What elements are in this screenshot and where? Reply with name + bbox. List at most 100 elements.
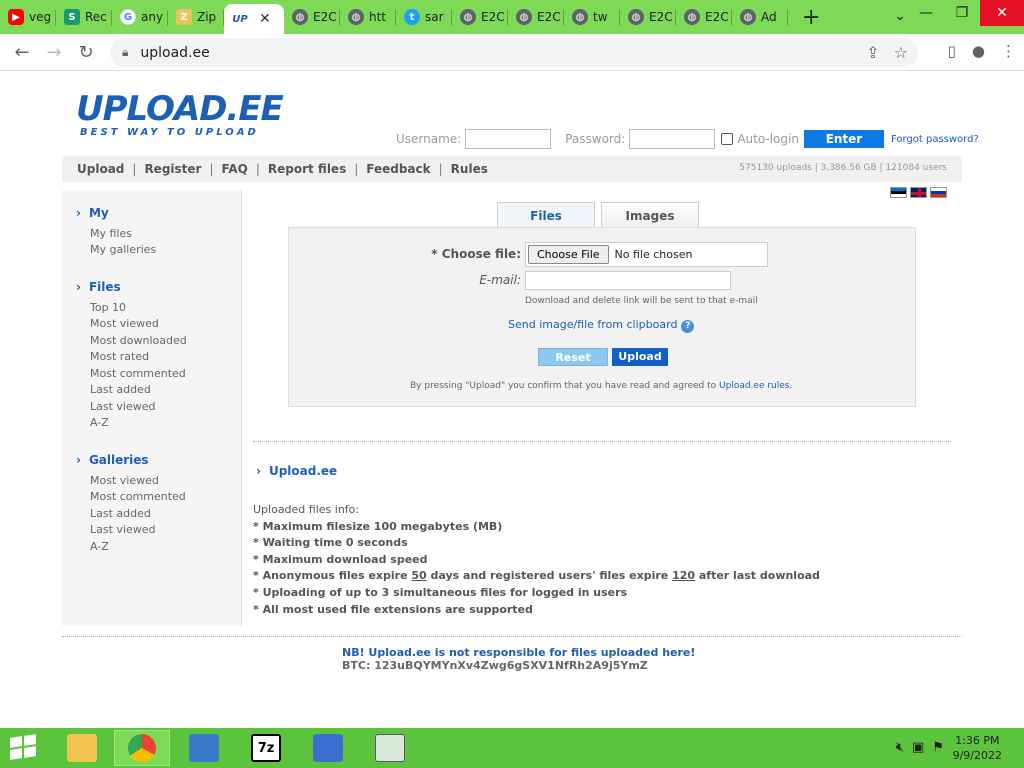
file-input[interactable]: Choose File No file chosen	[525, 242, 768, 267]
info-line-expiry: * Anonymous files expire 50 days and reg…	[253, 568, 820, 585]
minimize-icon[interactable]: —	[908, 0, 944, 26]
menu-faq[interactable]: FAQ	[222, 162, 248, 176]
taskbar-file-explorer[interactable]	[54, 730, 110, 766]
tab-upload-ee[interactable]: UP ✕	[224, 4, 284, 34]
back-icon[interactable]: ←	[6, 42, 38, 63]
tab-e2c[interactable]: ◍ E2C	[508, 0, 564, 34]
agreement-text: By pressing "Upload" you confirm that yo…	[410, 381, 792, 391]
email-label: E-mail:	[479, 273, 521, 287]
restore-icon[interactable]: ❐	[944, 0, 980, 26]
menu-separator: |	[255, 162, 260, 176]
close-window-icon[interactable]: ✕	[980, 0, 1024, 26]
sidebar-item-gallery-most-viewed[interactable]: Most viewed	[90, 474, 159, 487]
sidepanel-icon[interactable]: ▯	[948, 42, 956, 60]
tab-files[interactable]: Files	[497, 202, 595, 229]
chevron-down-icon[interactable]: ⌄	[894, 8, 906, 24]
sidebar-item-last-added[interactable]: Last added	[90, 383, 151, 396]
menu-report-files[interactable]: Report files	[268, 162, 346, 176]
menu-upload[interactable]: Upload	[77, 162, 124, 176]
tab-label: E2C	[481, 10, 505, 24]
enter-button[interactable]: Enter	[803, 130, 884, 148]
sidebar-item-last-viewed[interactable]: Last viewed	[90, 400, 156, 413]
bookmark-star-icon[interactable]: ☆	[894, 43, 908, 62]
english-flag-icon[interactable]	[910, 187, 927, 198]
taskbar-app[interactable]	[300, 730, 356, 766]
address-bar[interactable]: 🔒︎ upload.ee ⇪ ☆	[110, 38, 918, 67]
sidebar-item-gallery-last-added[interactable]: Last added	[90, 507, 151, 520]
flag-icon[interactable]: ⚑	[932, 740, 944, 755]
tab-twitter[interactable]: t sar	[396, 0, 452, 34]
upload-ee-section-link[interactable]: › Upload.ee	[256, 464, 337, 478]
anonymous-days-value: 50	[411, 569, 427, 583]
tab-e2c[interactable]: ◍ E2C	[452, 0, 508, 34]
taskbar-app[interactable]	[362, 730, 418, 766]
site-logo[interactable]: UPLOAD.EE BEST WAY TO UPLOAD	[76, 92, 284, 138]
info-line: * Uploading of up to 3 simultaneous file…	[253, 585, 628, 599]
sidebar-item-gallery-last-viewed[interactable]: Last viewed	[90, 523, 156, 536]
sidebar-heading-galleries[interactable]: › Galleries	[76, 453, 149, 467]
tab-google[interactable]: Gany	[112, 0, 168, 34]
taskbar-7zip[interactable]: 7z	[238, 730, 294, 766]
menu-rules[interactable]: Rules	[451, 162, 488, 176]
tab-label: veg	[29, 10, 52, 24]
sidebar-item-my-files[interactable]: My files	[90, 227, 132, 240]
password-input[interactable]	[629, 129, 716, 149]
sidebar-item-most-rated[interactable]: Most rated	[90, 350, 149, 363]
sidebar-heading-my[interactable]: › My	[76, 206, 109, 220]
sidebar-item-most-viewed[interactable]: Most viewed	[90, 317, 159, 330]
estonian-flag-icon[interactable]	[890, 187, 907, 198]
sidebar-item-gallery-a-z[interactable]: A-Z	[90, 540, 109, 553]
tab-ad[interactable]: ◍ Ad	[732, 0, 788, 34]
menu-feedback[interactable]: Feedback	[366, 162, 430, 176]
tab-htt[interactable]: ◍ htt	[340, 0, 396, 34]
sidebar-item-my-galleries[interactable]: My galleries	[90, 243, 156, 256]
sidebar-item-a-z[interactable]: A-Z	[90, 416, 109, 429]
tab-tw[interactable]: ◍ tw	[564, 0, 620, 34]
choose-file-button[interactable]: Choose File	[528, 245, 609, 264]
profile-icon[interactable]: ●	[972, 42, 985, 60]
tab-youtube[interactable]: ▶ veg	[0, 0, 56, 34]
tab-zip[interactable]: Z Zip	[168, 0, 224, 34]
clock[interactable]: 1:36 PM 9/9/2022	[953, 733, 1002, 763]
forward-icon[interactable]: →	[38, 42, 70, 63]
url-text[interactable]: upload.ee	[140, 45, 209, 61]
close-icon[interactable]: ✕	[259, 11, 271, 27]
volume-muted-icon[interactable]: 🔇︎	[896, 740, 904, 755]
russian-flag-icon[interactable]	[930, 187, 947, 198]
network-icon[interactable]: ▣	[912, 740, 924, 755]
tab-label: sar	[425, 10, 444, 24]
tab-images[interactable]: Images	[601, 202, 699, 228]
help-icon[interactable]: ?	[681, 320, 695, 333]
upload-button[interactable]: Upload	[612, 348, 668, 366]
browser-toolbar: ← → ↻ 🔒︎ upload.ee ⇪ ☆ ▯ ● ⋮	[0, 34, 1024, 71]
tab-e2c[interactable]: ◍ E2C	[676, 0, 732, 34]
clipboard-link[interactable]: Send image/file from clipboard?	[508, 318, 695, 333]
tab-rec[interactable]: S Rec	[56, 0, 112, 34]
reset-button[interactable]: Reset	[538, 348, 608, 366]
sidebar-item-gallery-most-commented[interactable]: Most commented	[90, 490, 186, 503]
menu-register[interactable]: Register	[144, 162, 201, 176]
taskbar-chrome[interactable]	[114, 730, 170, 766]
sidebar-item-most-downloaded[interactable]: Most downloaded	[90, 334, 187, 347]
autologin-checkbox[interactable]	[721, 133, 734, 145]
tab-e2c[interactable]: ◍ E2C	[284, 0, 340, 34]
taskbar-control-panel[interactable]	[176, 730, 232, 766]
rules-link[interactable]: Upload.ee rules.	[719, 381, 792, 391]
email-input[interactable]	[525, 271, 731, 290]
footer-disclaimer: NB! Upload.ee is not responsible for fil…	[342, 646, 696, 659]
menu-dots-icon[interactable]: ⋮	[1001, 42, 1016, 60]
sidebar-heading-files[interactable]: › Files	[76, 280, 121, 294]
username-input[interactable]	[465, 129, 552, 149]
tab-label: E2C	[313, 10, 337, 24]
windows-start-icon[interactable]	[10, 734, 38, 761]
chevron-right-icon: ›	[76, 206, 81, 220]
sidebar-item-top-10[interactable]: Top 10	[90, 301, 126, 314]
share-icon[interactable]: ⇪	[866, 43, 879, 62]
zip-icon: Z	[176, 9, 192, 25]
tab-e2c[interactable]: ◍ E2C	[620, 0, 676, 34]
forgot-password-link[interactable]: Forgot password?	[891, 134, 979, 145]
sidebar-item-most-commented[interactable]: Most commented	[90, 367, 186, 380]
reload-icon[interactable]: ↻	[70, 42, 102, 63]
lock-icon[interactable]: 🔒︎	[122, 45, 128, 60]
new-tab-icon[interactable]: +	[802, 5, 826, 30]
